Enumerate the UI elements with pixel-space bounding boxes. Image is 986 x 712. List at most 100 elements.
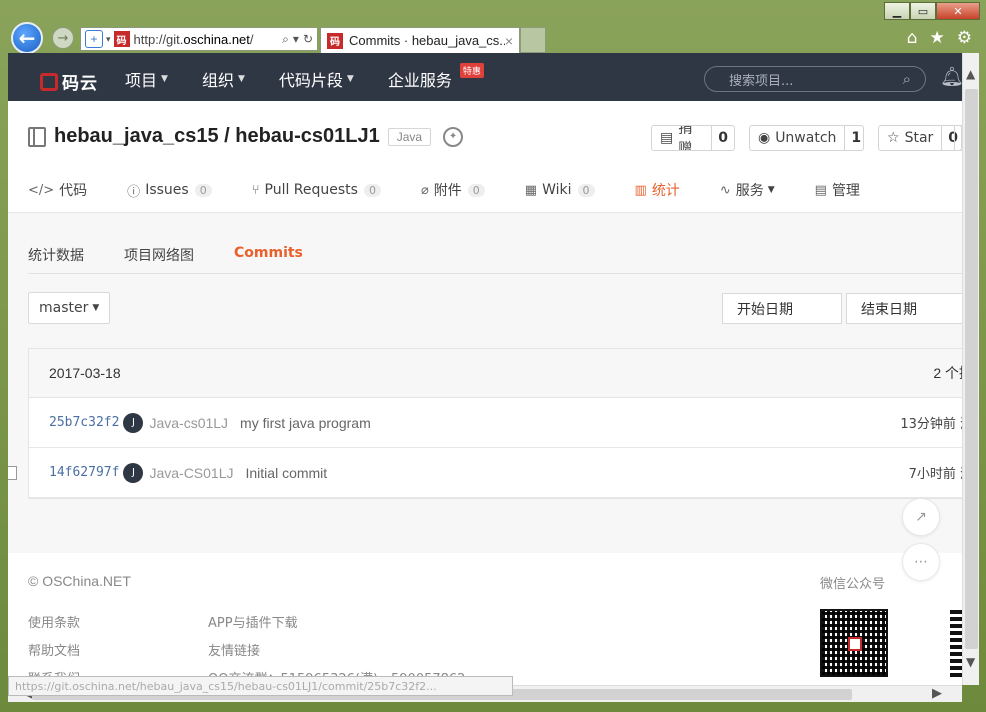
page-viewport: 码云 项目 ▼ 组织 ▼ 代码片段 ▼ 企业服务 特惠 搜索项目... ⌕ 🔔︎ heb… bbox=[8, 53, 962, 685]
tab-issues[interactable]: ⓘ Issues 0 bbox=[127, 175, 212, 205]
subnav-divider bbox=[28, 273, 962, 274]
wechat-qr-code bbox=[820, 609, 888, 677]
vertical-scroll-thumb[interactable] bbox=[965, 89, 978, 649]
browser-tab-active[interactable]: 码 Commits · hebau_java_cs... × bbox=[320, 27, 520, 53]
footer-link-app-download[interactable]: APP与插件下载 bbox=[208, 612, 298, 631]
tab-manage[interactable]: ▤ 管理 bbox=[815, 175, 860, 205]
menu-enterprise[interactable]: 企业服务 特惠 bbox=[388, 63, 484, 91]
project-actions: ▤ 捐赠 0 ◉ Unwatch 1 ☆ Star 0 bbox=[651, 125, 962, 151]
share-icon: ↗ bbox=[915, 509, 927, 525]
search-icon[interactable]: ⌕ bbox=[282, 32, 289, 47]
stats-icon: ▥ bbox=[634, 182, 647, 198]
site-favicon-icon: 码 bbox=[113, 31, 130, 47]
forward-button[interactable]: → bbox=[52, 27, 74, 49]
commit-row: 14f62797f J Java-CS01LJ Initial commit 7… bbox=[8, 448, 962, 498]
vertical-scrollbar[interactable]: ▲ ▼ bbox=[962, 53, 979, 685]
unwatch-button[interactable]: ◉ Unwatch 1 bbox=[748, 125, 864, 151]
maximize-button[interactable]: ▭ bbox=[910, 2, 936, 20]
star-button[interactable]: ☆ Star 0 bbox=[878, 125, 962, 151]
commit-time[interactable]: 13分钟前 浏 bbox=[900, 413, 962, 432]
stats-subnav: 统计数据 项目网络图 Commits bbox=[28, 245, 303, 265]
commit-time[interactable]: 7小时前 浏 bbox=[909, 463, 962, 482]
menu-snippets[interactable]: 代码片段 ▼ bbox=[279, 67, 354, 91]
tab-code[interactable]: </> 代码 bbox=[28, 175, 87, 205]
qr-logo-icon bbox=[848, 637, 862, 651]
tab-favicon-icon: 码 bbox=[327, 32, 343, 49]
logo-mark-icon bbox=[40, 72, 58, 91]
copyright-text: © OSChina.NET bbox=[28, 573, 131, 589]
commit-list: 2017-03-18 2 个提 25b7c32f2 J Java-cs01LJ … bbox=[8, 348, 962, 499]
new-tab-button[interactable] bbox=[520, 27, 546, 53]
eye-icon: ◉ bbox=[757, 130, 771, 146]
footer-link-friends[interactable]: 友情链接 bbox=[208, 640, 260, 659]
avatar[interactable]: J bbox=[123, 462, 144, 483]
caret-down-icon: ▼ bbox=[161, 74, 168, 84]
share-button[interactable]: ↗ bbox=[902, 498, 940, 536]
dropdown-icon[interactable]: ▾ bbox=[293, 32, 299, 47]
menu-projects[interactable]: 项目 ▼ bbox=[125, 67, 168, 91]
issue-icon: ⓘ bbox=[127, 184, 141, 200]
commit-author-link[interactable]: Java-cs01LJ bbox=[149, 415, 228, 431]
minimize-button[interactable]: ▁ bbox=[884, 2, 910, 20]
caret-down-icon: ▼ bbox=[92, 303, 100, 313]
fork-button-edge[interactable] bbox=[954, 125, 962, 151]
tab-attachments[interactable]: ⌀ 附件 0 bbox=[421, 175, 485, 205]
tab-close-icon[interactable]: × bbox=[505, 33, 513, 49]
footer-link-terms[interactable]: 使用条款 bbox=[28, 612, 80, 631]
branch-selector[interactable]: master ▼ bbox=[28, 292, 111, 324]
recommend-badge-icon[interactable]: ✦ bbox=[443, 126, 464, 147]
window-controls: ▁ ▭ ✕ bbox=[884, 2, 980, 20]
tab-pull-requests[interactable]: ⑂ Pull Requests 0 bbox=[252, 175, 381, 205]
commit-message-link[interactable]: my first java program bbox=[240, 415, 371, 431]
site-logo[interactable]: 码云 bbox=[40, 69, 98, 94]
scroll-right-icon[interactable]: ▶ bbox=[932, 686, 942, 701]
tab-wiki[interactable]: ▦ Wiki 0 bbox=[525, 175, 595, 205]
settings-gear-icon[interactable]: ⚙ bbox=[957, 28, 972, 48]
tab-services[interactable]: ∿ 服务 ▼ bbox=[720, 175, 775, 205]
site-header: 码云 项目 ▼ 组织 ▼ 代码片段 ▼ 企业服务 特惠 搜索项目... ⌕ 🔔︎ bbox=[8, 53, 962, 101]
language-badge[interactable]: Java bbox=[387, 127, 432, 146]
notification-bell-icon[interactable]: 🔔︎ bbox=[940, 65, 962, 88]
subnav-network-graph[interactable]: 项目网络图 bbox=[124, 245, 194, 265]
footer-link-help[interactable]: 帮助文档 bbox=[28, 640, 80, 659]
feedback-button[interactable]: ⋯ bbox=[902, 543, 940, 581]
commit-date-group: 2017-03-18 2 个提 bbox=[29, 349, 962, 398]
commit-message-link[interactable]: Initial commit bbox=[246, 465, 328, 481]
close-window-button[interactable]: ✕ bbox=[936, 2, 980, 20]
subnav-commits[interactable]: Commits bbox=[234, 245, 303, 265]
manage-icon: ▤ bbox=[814, 182, 827, 198]
scroll-down-icon[interactable]: ▼ bbox=[966, 655, 975, 669]
project-search-input[interactable]: 搜索项目... ⌕ bbox=[704, 66, 926, 92]
caret-down-icon: ▼ bbox=[237, 74, 245, 84]
pull-request-icon: ⑂ bbox=[251, 182, 260, 198]
project-owner-link[interactable]: hebau_java_cs15 bbox=[54, 125, 219, 148]
tab-stats[interactable]: ▥ 统计 bbox=[628, 175, 695, 218]
project-name-link[interactable]: hebau-cs01LJ1 bbox=[235, 125, 380, 148]
chevron-down-icon[interactable]: ▾ bbox=[106, 34, 111, 45]
stats-content: 统计数据 项目网络图 Commits master ▼ 开始日期 结束日期 201… bbox=[8, 213, 962, 553]
home-icon[interactable]: ⌂ bbox=[907, 28, 918, 48]
wechat-label: 微信公众号 bbox=[820, 577, 886, 592]
search-icon[interactable]: ⌕ bbox=[903, 70, 911, 88]
donate-button[interactable]: ▤ 捐赠 0 bbox=[651, 125, 735, 151]
commit-sha-link[interactable]: 25b7c32f2 bbox=[49, 415, 119, 430]
commit-author-link[interactable]: Java-CS01LJ bbox=[149, 465, 233, 481]
end-date-input[interactable]: 结束日期 bbox=[846, 293, 962, 324]
watch-count[interactable]: 1 bbox=[844, 126, 863, 150]
row-checkbox[interactable] bbox=[8, 465, 17, 480]
security-shield-icon[interactable]: + bbox=[85, 30, 103, 48]
refresh-icon[interactable]: ↻ bbox=[303, 32, 313, 47]
avatar[interactable]: J bbox=[123, 412, 144, 433]
commit-sha-link[interactable]: 14f62797f bbox=[49, 465, 119, 480]
favorites-star-icon[interactable]: ★ bbox=[930, 28, 945, 48]
attachment-icon: ⌀ bbox=[420, 182, 429, 198]
address-bar[interactable]: + ▾ 码 http://git.oschina.net/ ⌕ ▾ ↻ bbox=[80, 27, 318, 51]
back-button[interactable]: ← bbox=[11, 22, 43, 54]
url-text[interactable]: http://git.oschina.net/ bbox=[134, 32, 283, 47]
scroll-up-icon[interactable]: ▲ bbox=[966, 67, 975, 81]
subnav-stats-data[interactable]: 统计数据 bbox=[28, 245, 84, 265]
commit-row: 25b7c32f2 J Java-cs01LJ my first java pr… bbox=[29, 398, 962, 448]
menu-organizations[interactable]: 组织 ▼ bbox=[202, 67, 245, 91]
chat-icon: ⋯ bbox=[914, 554, 928, 570]
start-date-input[interactable]: 开始日期 bbox=[722, 293, 842, 324]
